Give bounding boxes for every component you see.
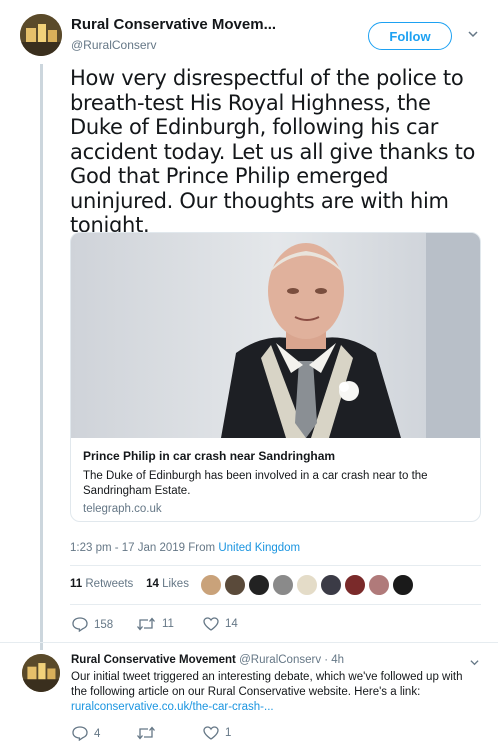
like-count: 14 (225, 618, 238, 630)
heart-icon (203, 726, 219, 740)
liker-avatar[interactable] (368, 574, 390, 596)
card-description: The Duke of Edinburgh has been involved … (83, 470, 428, 497)
retweet-icon (137, 617, 155, 631)
liker-avatar[interactable] (320, 574, 342, 596)
tweet-text: How very disrespectful of the police to … (70, 66, 476, 237)
like-count: 1 (225, 727, 232, 739)
like-action[interactable]: 1 (203, 726, 231, 740)
reply-icon (72, 617, 88, 632)
liker-avatar[interactable] (344, 574, 366, 596)
reply-count: 4 (94, 727, 101, 740)
liker-avatar[interactable] (392, 574, 414, 596)
liker-avatar[interactable] (200, 574, 222, 596)
author-avatar[interactable] (20, 14, 62, 56)
thread-line (40, 64, 43, 650)
chevron-down-icon[interactable] (470, 658, 479, 667)
retweet-action[interactable]: 11 (136, 617, 174, 631)
retweets-label[interactable]: Retweets (85, 578, 133, 590)
reply-author-handle[interactable]: @RuralConserv · 4h (239, 654, 344, 666)
likes-count[interactable]: 14 (146, 578, 159, 590)
likes-label[interactable]: Likes (162, 578, 189, 590)
retweet-count: 11 (162, 618, 174, 630)
card-domain: telegraph.co.uk (83, 503, 162, 515)
heart-icon (203, 617, 219, 631)
reply-link[interactable]: ruralconservative.co.uk/the-car-crash-..… (71, 701, 274, 713)
reply-author-name[interactable]: Rural Conservative Movement (71, 654, 236, 666)
liker-avatar[interactable] (248, 574, 270, 596)
reply-text: Our initial tweet triggered an interesti… (71, 670, 476, 715)
follow-button[interactable]: Follow (368, 22, 452, 50)
location-link[interactable]: United Kingdom (218, 542, 300, 554)
tweet-timestamp: 1:23 pm - 17 Jan 2019 From United Kingdo… (70, 542, 300, 554)
liker-avatar[interactable] (224, 574, 246, 596)
card-title: Prince Philip in car crash near Sandring… (83, 449, 336, 463)
author-name[interactable]: Rural Conservative Movem... (71, 16, 276, 33)
retweet-action[interactable] (136, 726, 162, 740)
retweet-icon (137, 726, 155, 740)
engagement-stats: 11 Retweets 14 Likes (70, 578, 189, 590)
link-card[interactable]: Prince Philip in car crash near Sandring… (70, 232, 481, 522)
reply-author-avatar[interactable] (22, 654, 60, 692)
chevron-down-icon[interactable] (468, 29, 478, 39)
reply-header: Rural Conservative Movement @RuralConser… (71, 654, 344, 666)
reply-action[interactable]: 158 (72, 617, 113, 632)
liker-avatar[interactable] (272, 574, 294, 596)
divider (70, 565, 481, 566)
divider (70, 604, 481, 605)
retweets-count[interactable]: 11 (70, 578, 82, 590)
author-handle[interactable]: @RuralConserv (71, 38, 157, 52)
reply-action[interactable]: 4 (72, 726, 100, 741)
reply-count: 158 (94, 618, 114, 631)
card-image (71, 233, 480, 438)
divider (0, 642, 498, 643)
liker-avatar[interactable] (296, 574, 318, 596)
like-action[interactable]: 14 (203, 617, 238, 631)
reply-icon (72, 726, 88, 741)
reply-body: Our initial tweet triggered an interesti… (71, 671, 463, 698)
timestamp-text: 1:23 pm - 17 Jan 2019 From (70, 542, 216, 554)
